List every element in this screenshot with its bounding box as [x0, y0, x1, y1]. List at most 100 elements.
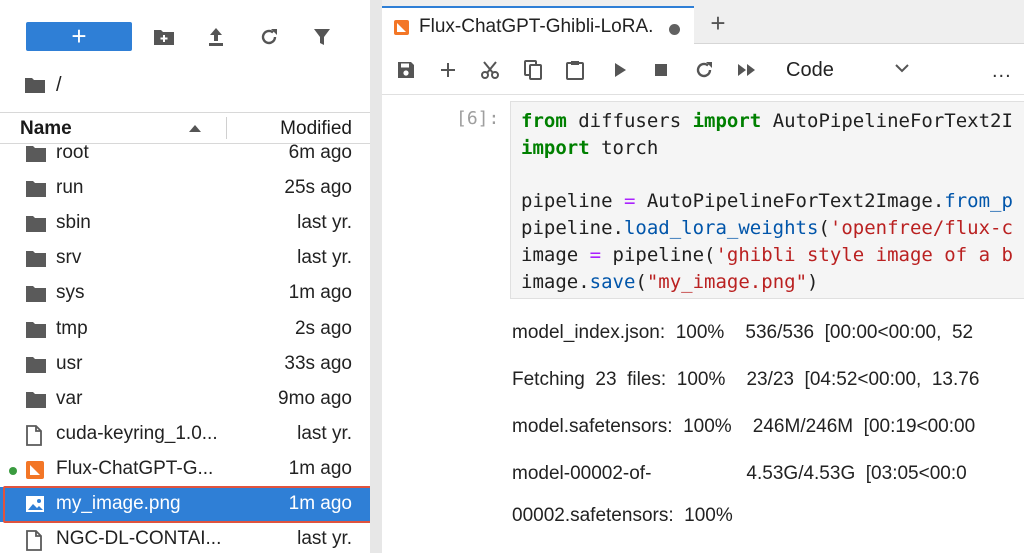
file-name: usr: [56, 352, 83, 374]
file-name: sbin: [56, 212, 91, 234]
file-modified: last yr.: [297, 247, 352, 269]
code-token: pipeline(: [601, 243, 716, 266]
file-name: var: [56, 387, 83, 409]
file-name: NGC-DL-CONTAI...: [56, 528, 222, 550]
new-launcher-button[interactable]: +: [26, 22, 132, 51]
notebook-icon: [25, 460, 47, 479]
file-row[interactable]: cuda-keyring_1.0... last yr.: [0, 417, 370, 452]
paste-icon[interactable]: [562, 57, 588, 83]
output-line: model_index.json: 100% 536/536 [00:00<00…: [512, 322, 974, 343]
add-cell-icon[interactable]: [435, 57, 461, 83]
copy-icon[interactable]: [520, 57, 546, 83]
output-line: model-00002-of- 4.53G/4.53G [03:05<00:0: [512, 463, 967, 484]
folder-icon[interactable]: [24, 76, 46, 94]
code-token: pipeline.: [521, 217, 624, 240]
file-modified: 1m ago: [288, 493, 352, 514]
code-token: image.: [521, 270, 590, 293]
save-icon[interactable]: [393, 57, 419, 83]
code-token: ): [807, 270, 819, 293]
file-row[interactable]: sbin last yr.: [0, 206, 370, 241]
file-row[interactable]: NGC-DL-CONTAI... last yr.: [0, 522, 370, 553]
refresh-icon[interactable]: [256, 24, 282, 50]
notebook-icon: [394, 20, 409, 35]
file-row[interactable]: run 25s ago: [0, 171, 370, 206]
file-icon: [25, 424, 47, 446]
folder-icon: [25, 284, 47, 303]
folder-icon: [25, 390, 47, 409]
code-token: torch: [589, 136, 659, 159]
breadcrumb-root[interactable]: /: [56, 74, 62, 97]
file-browser-toolbar: +: [0, 0, 370, 66]
file-name: srv: [56, 247, 82, 269]
file-modified: last yr.: [297, 422, 352, 444]
code-cell-editor[interactable]: from diffusers import AutoPipelineForTex…: [510, 101, 1024, 299]
fast-forward-icon[interactable]: [734, 57, 760, 83]
output-line: Fetching 23 files: 100% 23/23 [04:52<00:…: [512, 369, 980, 390]
folder-icon: [25, 214, 47, 233]
folder-icon: [25, 179, 47, 198]
sort-ascending-icon: [189, 125, 201, 132]
file-name: Flux-ChatGPT-G...: [56, 457, 214, 479]
file-name: root: [56, 142, 89, 163]
code-token: =: [623, 190, 636, 213]
file-browser-panel: + / Name Modified root 6m ago run 25s ago sb…: [0, 0, 387, 553]
run-icon[interactable]: [607, 57, 633, 83]
file-modified: 25s ago: [284, 177, 352, 199]
tab-notebook[interactable]: Flux-ChatGPT-Ghibli-LoRA.: [382, 6, 694, 44]
cut-icon[interactable]: [477, 57, 503, 83]
code-token: 'ghibli style image of a b: [715, 243, 1013, 266]
code-token: "my_image.png": [646, 270, 808, 293]
running-indicator-icon: [9, 466, 17, 475]
code-token: from_p: [944, 190, 1013, 213]
new-folder-icon[interactable]: [151, 24, 177, 50]
file-modified: last yr.: [297, 528, 352, 550]
code-token: AutoPipelineForText2I: [761, 110, 1013, 132]
filter-icon[interactable]: [309, 24, 335, 50]
file-modified: 2s ago: [294, 317, 352, 339]
folder-icon: [25, 320, 47, 339]
file-modified: 33s ago: [284, 352, 352, 374]
folder-icon: [25, 144, 47, 163]
file-row[interactable]: tmp 2s ago: [0, 312, 370, 347]
file-row[interactable]: root 6m ago: [0, 136, 370, 171]
new-tab-button[interactable]: +: [706, 10, 730, 36]
file-row[interactable]: usr 33s ago: [0, 347, 370, 382]
file-name: cuda-keyring_1.0...: [56, 422, 218, 444]
code-token: diffusers: [566, 110, 693, 132]
code-token: from: [521, 110, 567, 132]
file-modified: 1m ago: [288, 282, 352, 304]
breadcrumb: /: [24, 72, 62, 98]
file-name: run: [56, 177, 84, 199]
panel-splitter[interactable]: [370, 0, 382, 553]
file-icon: [25, 530, 47, 551]
file-row[interactable]: srv last yr.: [0, 241, 370, 276]
restart-kernel-icon[interactable]: [691, 57, 717, 83]
unsaved-indicator-icon[interactable]: [669, 24, 680, 35]
code-token: image: [521, 243, 590, 266]
code-token: import: [692, 110, 762, 132]
code-token: 'openfree/flux-c: [829, 217, 1013, 240]
file-row[interactable]: my_image.png 1m ago: [0, 487, 370, 522]
code-token: (: [635, 270, 647, 293]
cell-output: model_index.json: 100% 536/536 [00:00<00…: [512, 318, 1024, 553]
code-content[interactable]: from diffusers import AutoPipelineForTex…: [521, 108, 1013, 296]
code-token: (: [818, 217, 830, 240]
upload-icon[interactable]: [203, 24, 229, 50]
chevron-down-icon: [895, 64, 909, 73]
file-row[interactable]: sys 1m ago: [0, 276, 370, 311]
stop-icon[interactable]: [648, 57, 674, 83]
code-token: AutoPipelineForText2Image.: [635, 190, 945, 213]
code-token: load_lora_weights: [623, 217, 819, 240]
code-token: import: [521, 136, 590, 159]
file-modified: 1m ago: [288, 457, 352, 479]
folder-icon: [25, 249, 47, 268]
file-row[interactable]: Flux-ChatGPT-G... 1m ago: [0, 452, 370, 487]
code-token: save: [589, 270, 636, 293]
more-options-button[interactable]: ...: [992, 61, 1012, 81]
cell-type-dropdown[interactable]: Code: [784, 57, 910, 85]
code-token: pipeline: [521, 190, 624, 213]
folder-icon: [25, 355, 47, 374]
file-modified: last yr.: [297, 212, 352, 234]
file-row[interactable]: var 9mo ago: [0, 382, 370, 417]
file-name: sys: [56, 282, 85, 304]
